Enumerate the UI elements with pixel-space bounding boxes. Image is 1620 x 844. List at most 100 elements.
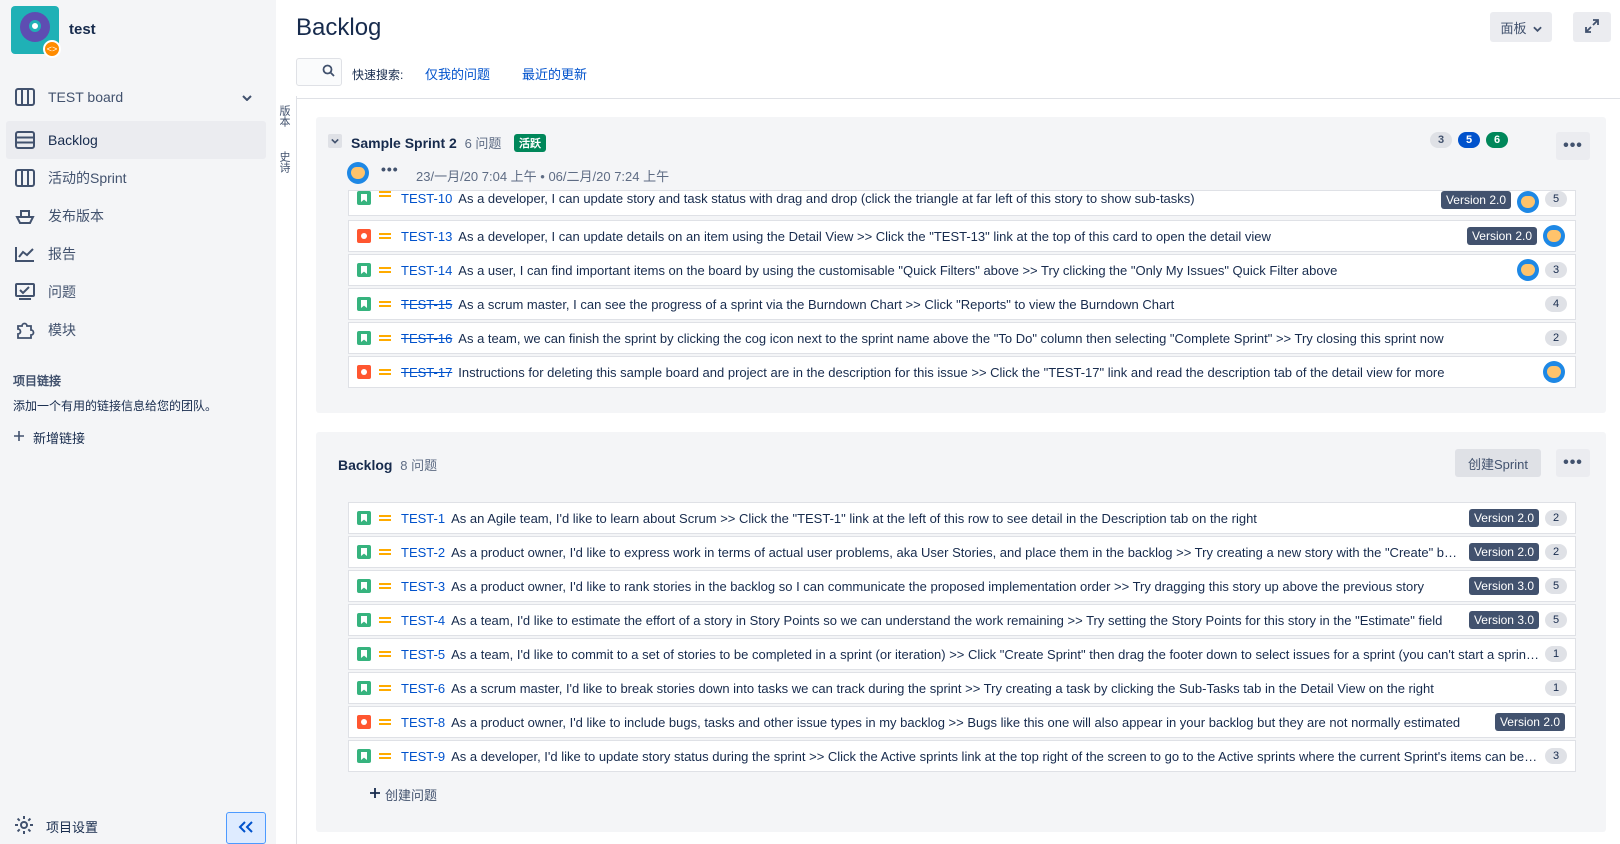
quick-search-label: 快速搜索: bbox=[352, 68, 404, 82]
board-selector[interactable]: TEST board bbox=[6, 78, 266, 116]
issue-key[interactable]: TEST-16 bbox=[401, 331, 452, 346]
sidebar-item-issues[interactable]: 问题 bbox=[6, 273, 266, 311]
issue-summary: As a developer, I can update story and t… bbox=[458, 191, 1195, 206]
board-icon bbox=[14, 86, 36, 108]
sidebar-item-label: 问题 bbox=[48, 284, 76, 300]
tab-epics[interactable]: 史诗 bbox=[276, 151, 292, 173]
add-link-button[interactable]: 新增链接 bbox=[13, 428, 85, 447]
sprint-name[interactable]: Sample Sprint 2 6 问题 bbox=[351, 133, 501, 152]
issue-key[interactable]: TEST-17 bbox=[401, 365, 452, 380]
issue-row[interactable]: TEST-6 As a scrum master, I'd like to bre… bbox=[348, 672, 1576, 704]
fix-version-badge: Version 2.0 bbox=[1468, 543, 1539, 561]
sidebar-item-releases[interactable]: 发布版本 bbox=[6, 197, 266, 235]
issue-row[interactable]: TEST-3 As a product owner, I'd like to ra… bbox=[348, 570, 1576, 602]
project-settings[interactable]: 项目设置 bbox=[14, 815, 98, 838]
create-sprint-button[interactable]: 创建Sprint bbox=[1455, 449, 1541, 477]
board-name: TEST board bbox=[48, 89, 124, 105]
issue-row[interactable]: TEST-14 As a user, I can find important i… bbox=[348, 254, 1576, 286]
fullscreen-button[interactable] bbox=[1573, 12, 1611, 42]
sidebar: <> test TEST board Backlog 活动的Sprint 发布版… bbox=[0, 0, 276, 844]
quick-filter-recent[interactable]: 最近的更新 bbox=[522, 64, 587, 83]
plus-icon bbox=[369, 787, 381, 802]
assignee-avatar bbox=[1517, 259, 1539, 281]
sidebar-item-label: Backlog bbox=[48, 132, 98, 148]
sidebar-item-active-sprint[interactable]: 活动的Sprint bbox=[6, 159, 266, 197]
issue-row[interactable]: TEST-9 As a developer, I'd like to update… bbox=[348, 740, 1576, 772]
issue-key[interactable]: TEST-15 bbox=[401, 297, 452, 312]
sprint-assignee-avatar[interactable] bbox=[347, 162, 369, 184]
assignee-avatar bbox=[1543, 361, 1565, 383]
sprint-actions-button[interactable]: ••• bbox=[1556, 132, 1590, 160]
issue-row[interactable]: TEST-2 As a product owner, I'd like to ex… bbox=[348, 536, 1576, 568]
issue-key[interactable]: TEST-4 bbox=[401, 613, 445, 628]
issue-row[interactable]: TEST-17 Instructions for deleting this sa… bbox=[348, 356, 1576, 388]
project-settings-label: 项目设置 bbox=[46, 820, 99, 835]
sidebar-item-label: 活动的Sprint bbox=[48, 170, 127, 186]
collapse-sprint-toggle[interactable] bbox=[328, 134, 342, 148]
sidebar-item-backlog[interactable]: Backlog bbox=[6, 121, 266, 159]
issue-summary: As a developer, I can update details on … bbox=[458, 228, 1271, 244]
project-name[interactable]: test bbox=[69, 21, 96, 38]
issue-row[interactable]: TEST-8 As a product owner, I'd like to in… bbox=[348, 706, 1576, 738]
priority-medium-icon bbox=[379, 233, 391, 239]
issue-row[interactable]: TEST-4 As a team, I'd like to estimate th… bbox=[348, 604, 1576, 636]
fix-version-badge: Version 2.0 bbox=[1440, 191, 1511, 209]
sprint-more-icon[interactable]: ••• bbox=[381, 161, 399, 177]
issue-summary: As a scrum master, I can see the progres… bbox=[458, 296, 1175, 312]
issue-summary: As a team, I'd like to commit to a set o… bbox=[451, 646, 1539, 662]
tab-versions[interactable]: 版本 bbox=[276, 105, 292, 127]
issue-key[interactable]: TEST-5 bbox=[401, 647, 445, 662]
fix-version-badge: Version 2.0 bbox=[1494, 713, 1565, 731]
story-points-badge: 3 bbox=[1545, 262, 1567, 278]
issue-key[interactable]: TEST-10 bbox=[401, 191, 452, 206]
issue-row[interactable]: TEST-16 As a team, we can finish the spri… bbox=[348, 322, 1576, 354]
story-icon bbox=[357, 511, 371, 525]
issue-row[interactable]: TEST-13 As a developer, I can update deta… bbox=[348, 220, 1576, 252]
quick-filter-my-issues[interactable]: 仅我的问题 bbox=[425, 64, 490, 83]
story-points-badge: 2 bbox=[1545, 544, 1567, 560]
issue-summary: As a product owner, I'd like to include … bbox=[451, 714, 1461, 730]
create-issue-button[interactable]: 创建问题 bbox=[369, 785, 437, 804]
issue-key[interactable]: TEST-2 bbox=[401, 545, 445, 560]
priority-medium-icon bbox=[379, 191, 391, 197]
issue-row[interactable]: TEST-1 As an Agile team, I'd like to lear… bbox=[348, 502, 1576, 534]
story-icon bbox=[357, 681, 371, 695]
issue-row[interactable]: TEST-15 As a scrum master, I can see the … bbox=[348, 288, 1576, 320]
board-menu-button[interactable]: 面板 bbox=[1490, 12, 1552, 42]
priority-medium-icon bbox=[379, 301, 391, 307]
fix-version-badge: Version 3.0 bbox=[1468, 611, 1539, 629]
sprint-name-text: Sample Sprint 2 bbox=[351, 135, 457, 151]
create-issue-label: 创建问题 bbox=[385, 788, 438, 803]
issue-key[interactable]: TEST-1 bbox=[401, 511, 445, 526]
backlog-title-text: Backlog bbox=[338, 457, 393, 473]
story-points-badge: 2 bbox=[1545, 510, 1567, 526]
assignee-avatar bbox=[1517, 191, 1539, 213]
issue-summary: As a scrum master, I'd like to break sto… bbox=[451, 680, 1434, 696]
sidebar-item-reports[interactable]: 报告 bbox=[6, 235, 266, 273]
gear-icon bbox=[14, 815, 34, 838]
collapse-sidebar-button[interactable] bbox=[226, 812, 266, 844]
search-input[interactable] bbox=[296, 58, 342, 86]
priority-medium-icon bbox=[379, 685, 391, 691]
board-menu-label: 面板 bbox=[1500, 20, 1527, 36]
chevron-down-icon bbox=[1532, 20, 1542, 35]
story-icon bbox=[357, 263, 371, 277]
issue-summary: As a product owner, I'd like to express … bbox=[451, 544, 1463, 560]
fix-version-badge: Version 2.0 bbox=[1468, 509, 1539, 527]
issue-key[interactable]: TEST-9 bbox=[401, 749, 445, 764]
board-icon bbox=[14, 167, 36, 189]
issue-row[interactable]: TEST-5 As a team, I'd like to commit to a… bbox=[348, 638, 1576, 670]
story-points-badge: 4 bbox=[1545, 296, 1567, 312]
issue-key[interactable]: TEST-3 bbox=[401, 579, 445, 594]
header-divider bbox=[296, 98, 1620, 99]
fix-version-badge: Version 3.0 bbox=[1468, 577, 1539, 595]
backlog-actions-button[interactable]: ••• bbox=[1556, 449, 1590, 477]
sidebar-item-components[interactable]: 模块 bbox=[6, 311, 266, 349]
issue-key[interactable]: TEST-8 bbox=[401, 715, 445, 730]
issue-key[interactable]: TEST-6 bbox=[401, 681, 445, 696]
issue-key[interactable]: TEST-14 bbox=[401, 263, 452, 278]
issue-key[interactable]: TEST-13 bbox=[401, 229, 452, 244]
issue-summary: As a developer, I'd like to update story… bbox=[451, 748, 1539, 764]
issue-row[interactable]: TEST-10 As a developer, I can update stor… bbox=[348, 190, 1576, 216]
story-points-badge: 1 bbox=[1545, 646, 1567, 662]
